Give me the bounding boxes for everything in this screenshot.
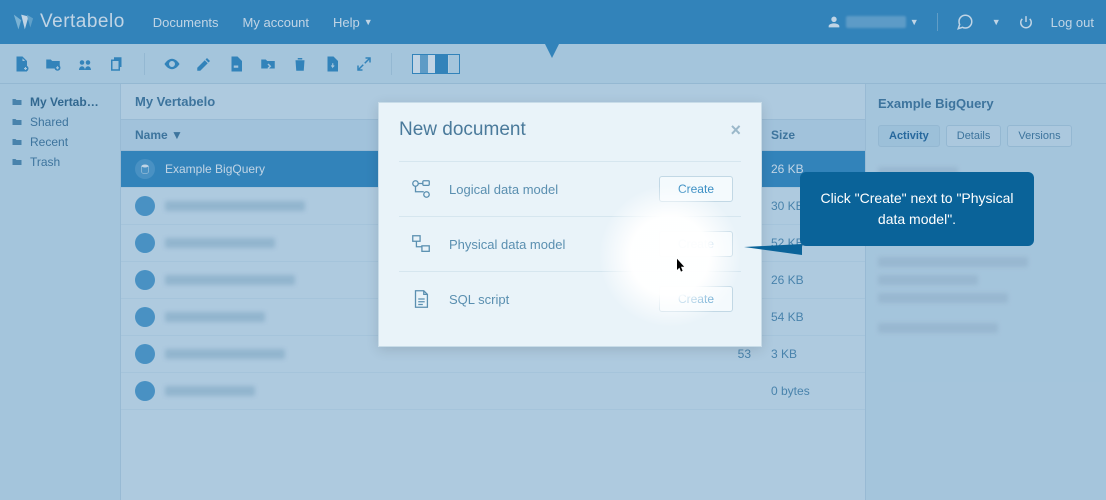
view-toggle[interactable] bbox=[412, 54, 460, 74]
trash-icon[interactable] bbox=[291, 55, 309, 73]
column-size[interactable]: Size bbox=[771, 128, 851, 142]
db-icon bbox=[135, 307, 155, 327]
panel-title: Example BigQuery bbox=[878, 96, 1094, 111]
cursor-icon bbox=[674, 258, 688, 274]
logo-mark-icon bbox=[12, 11, 34, 33]
tab-versions[interactable]: Versions bbox=[1007, 125, 1071, 147]
move-icon[interactable] bbox=[259, 55, 277, 73]
logical-model-icon bbox=[407, 177, 435, 201]
new-file-icon[interactable] bbox=[12, 55, 30, 73]
logout-link[interactable]: Log out bbox=[1051, 15, 1094, 30]
sidebar-item-myvertabelo[interactable]: My Vertab… bbox=[10, 92, 110, 112]
tab-activity[interactable]: Activity bbox=[878, 125, 940, 147]
details-panel: Example BigQuery Activity Details Versio… bbox=[866, 84, 1106, 500]
nav-account[interactable]: My account bbox=[243, 15, 309, 30]
chat-icon[interactable] bbox=[956, 13, 974, 31]
copy-icon[interactable] bbox=[108, 55, 126, 73]
new-folder-icon[interactable] bbox=[44, 55, 62, 73]
sql-script-icon bbox=[407, 287, 435, 311]
tab-details[interactable]: Details bbox=[946, 125, 1002, 147]
sidebar-item-recent[interactable]: Recent bbox=[10, 132, 110, 152]
create-logical-button[interactable]: Create bbox=[659, 176, 733, 202]
expand-icon[interactable] bbox=[355, 55, 373, 73]
logo[interactable]: Vertabelo bbox=[12, 11, 125, 33]
new-document-modal: New document × Logical data model Create… bbox=[378, 102, 762, 347]
user-name-redacted bbox=[846, 16, 906, 28]
db-icon bbox=[135, 159, 155, 179]
option-logical-data-model: Logical data model Create bbox=[399, 161, 741, 216]
create-physical-button[interactable]: Create bbox=[659, 231, 733, 257]
nav-help[interactable]: Help ▼ bbox=[333, 15, 373, 30]
table-row[interactable]: 0 bytes bbox=[121, 373, 865, 410]
option-physical-data-model: Physical data model Create bbox=[399, 216, 741, 271]
edit-icon[interactable] bbox=[195, 55, 213, 73]
modal-title: New document bbox=[399, 119, 526, 141]
nav-documents[interactable]: Documents bbox=[153, 15, 219, 30]
preview-icon[interactable] bbox=[163, 55, 181, 73]
sidebar: My Vertab… Shared Recent Trash bbox=[0, 84, 120, 500]
create-sql-button[interactable]: Create bbox=[659, 286, 733, 312]
power-icon bbox=[1019, 15, 1033, 29]
share-icon[interactable] bbox=[76, 55, 94, 73]
db-icon bbox=[135, 196, 155, 216]
option-sql-script: SQL script Create bbox=[399, 271, 741, 326]
physical-model-icon bbox=[407, 232, 435, 256]
download-icon[interactable] bbox=[323, 55, 341, 73]
tag-icon[interactable] bbox=[227, 55, 245, 73]
user-icon bbox=[826, 14, 842, 30]
brand-name: Vertabelo bbox=[40, 11, 125, 33]
db-icon bbox=[135, 270, 155, 290]
topbar: Vertabelo Documents My account Help ▼ ▼ … bbox=[0, 0, 1106, 44]
db-icon bbox=[135, 233, 155, 253]
db-icon bbox=[135, 344, 155, 364]
db-icon bbox=[135, 381, 155, 401]
sidebar-item-shared[interactable]: Shared bbox=[10, 112, 110, 132]
user-menu[interactable]: ▼ bbox=[826, 14, 919, 30]
sidebar-item-trash[interactable]: Trash bbox=[10, 152, 110, 172]
close-icon[interactable]: × bbox=[730, 120, 741, 141]
divider-icon bbox=[937, 13, 938, 31]
instruction-callout: Click "Create" next to "Physical data mo… bbox=[800, 172, 1034, 246]
